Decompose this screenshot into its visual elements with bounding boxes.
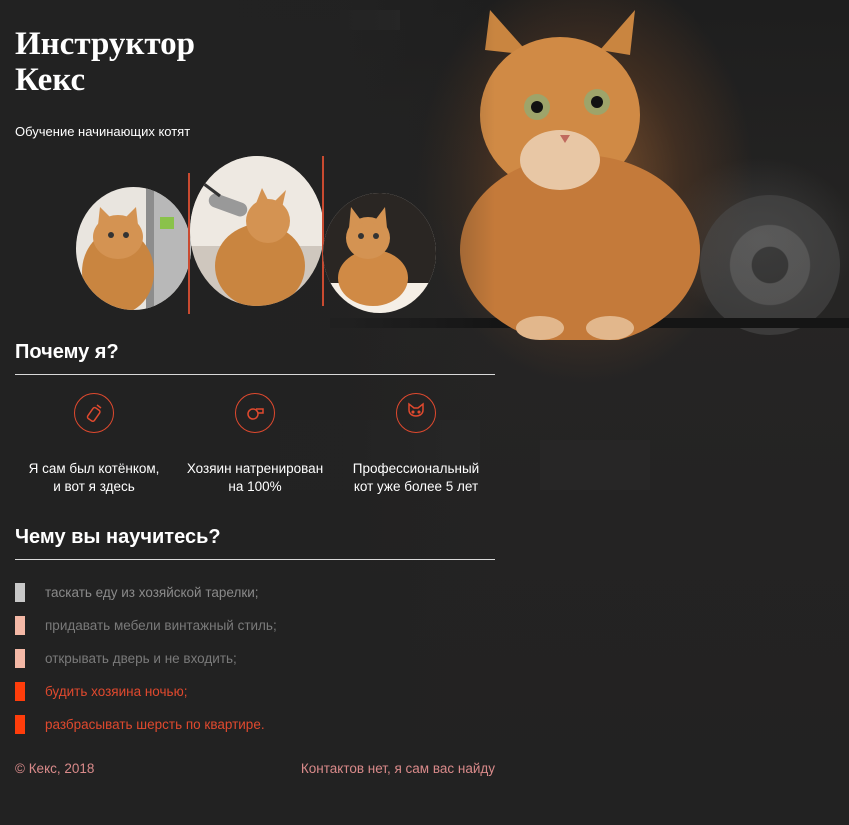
book-decoration [540,440,650,490]
list-marker [15,583,25,602]
feature-item: Профессиональный кот уже более 5 лет [337,393,495,496]
list-item-text: таскать еду из хозяйской тарелки; [45,585,259,600]
feature-text: Я сам был котёнком, и вот я здесь [15,460,173,496]
feature-text-line: на 100% [228,479,282,494]
list-item: открывать дверь и не входить; [15,642,495,675]
main-content: Инструктор Кекс Обучение начинающих котя… [15,0,495,776]
list-item-text: будить хозяина ночью; [45,684,188,699]
learn-section: Чему вы научитесь? таскать еду из хозяйс… [15,526,495,741]
list-marker [15,682,25,701]
page-title: Инструктор Кекс [15,26,495,98]
photo-circles [15,154,495,329]
why-section: Почему я? Я сам был котёнком, и вот я зд… [15,341,495,496]
bottle-icon [74,393,114,433]
feature-item: Хозяин натренирован на 100% [176,393,334,496]
feature-text-line: Хозяин натренирован [186,461,324,476]
cat-photo-microphone [190,156,324,306]
site-header: Инструктор Кекс Обучение начинающих котя… [15,26,495,139]
title-line-2: Кекс [15,62,86,98]
site-footer: © Кекс, 2018 Контактов нет, я сам вас на… [15,761,495,776]
cat-face-icon [396,393,436,433]
features-list: Я сам был котёнком, и вот я здесь Хозяин… [15,393,495,496]
feature-text-line: Я сам был котёнком, [28,461,160,476]
feature-text-line: и вот я здесь [53,479,135,494]
why-heading: Почему я? [15,341,495,375]
list-item: разбрасывать шерсть по квартире. [15,708,495,741]
list-marker [15,616,25,635]
vinyl-record-decoration [700,195,840,335]
skills-list: таскать еду из хозяйской тарелки; придав… [15,576,495,741]
list-marker [15,715,25,734]
list-item-text: придавать мебели винтажный стиль; [45,618,277,633]
feature-text-line: Профессиональный [352,461,480,476]
copyright-text: © Кекс, 2018 [15,761,95,776]
divider-line [188,173,190,314]
feature-text: Профессиональный кот уже более 5 лет [337,460,495,496]
list-marker [15,649,25,668]
feature-item: Я сам был котёнком, и вот я здесь [15,393,173,496]
whistle-icon [235,393,275,433]
list-item: будить хозяина ночью; [15,675,495,708]
list-item-text: открывать дверь и не входить; [45,651,237,666]
feature-text-line: кот уже более 5 лет [353,479,479,494]
title-line-1: Инструктор [15,26,196,62]
list-item-text: разбрасывать шерсть по квартире. [45,717,265,732]
list-item: таскать еду из хозяйской тарелки; [15,576,495,609]
feature-text: Хозяин натренирован на 100% [176,460,334,496]
divider-line [322,156,324,306]
list-item: придавать мебели винтажный стиль; [15,609,495,642]
cat-photo-sitting [323,193,436,313]
learn-heading: Чему вы научитесь? [15,526,495,560]
page-subtitle: Обучение начинающих котят [15,124,191,139]
cat-photo-laptop [76,187,191,310]
contacts-link[interactable]: Контактов нет, я сам вас найду [301,761,495,776]
